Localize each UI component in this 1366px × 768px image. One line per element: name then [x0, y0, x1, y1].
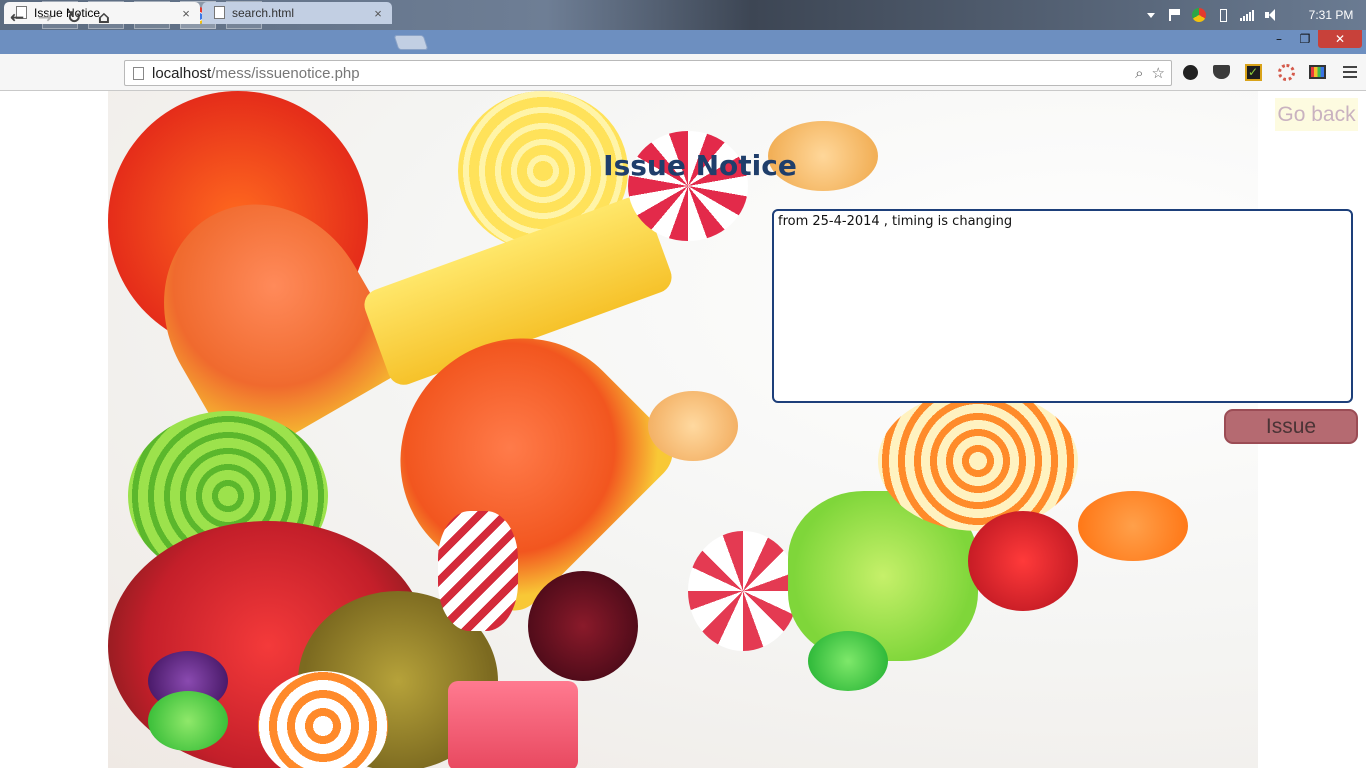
issue-button[interactable]: Issue — [1224, 409, 1358, 444]
pocket-extension-icon[interactable] — [1211, 62, 1231, 82]
candy-background-image — [108, 91, 1258, 768]
tab-search-html[interactable]: search.html × — [202, 2, 392, 24]
taskbar-clock[interactable]: 7:31 PM — [1296, 8, 1366, 22]
chrome-tray-icon[interactable] — [1192, 8, 1206, 22]
address-bar[interactable]: localhost/mess/issuenotice.php ⌕ ☆ — [124, 60, 1172, 86]
color-wheel-extension-icon[interactable] — [1276, 62, 1296, 82]
close-tab-icon[interactable]: × — [180, 6, 192, 21]
bookmark-star-icon[interactable]: ☆ — [1152, 64, 1165, 82]
page-icon — [214, 6, 225, 19]
page-viewport: Go back Issue Notice from 25-4-2014 , ti… — [0, 91, 1366, 768]
volume-icon[interactable] — [1264, 8, 1278, 22]
action-center-icon[interactable] — [1168, 8, 1182, 22]
chrome-menu-icon[interactable] — [1340, 62, 1360, 82]
reload-icon[interactable]: ↻ — [62, 6, 86, 30]
chevron-up-icon — [1147, 12, 1155, 18]
search-icon[interactable]: ⌕ — [1135, 64, 1143, 82]
battery-icon[interactable] — [1216, 8, 1230, 22]
close-tab-icon[interactable]: × — [372, 6, 384, 21]
notice-textarea[interactable]: from 25-4-2014 , timing is changing — [772, 209, 1353, 403]
github-extension-icon[interactable] — [1180, 62, 1200, 82]
show-hidden-icons-button[interactable] — [1144, 8, 1158, 22]
new-tab-button[interactable] — [393, 35, 429, 50]
url-path: /mess/issuenotice.php — [211, 64, 360, 82]
url-text: localhost/mess/issuenotice.php — [152, 65, 360, 82]
restore-button[interactable]: ❐ — [1292, 30, 1318, 48]
tv-extension-icon[interactable] — [1307, 62, 1327, 82]
browser-tab-strip — [0, 30, 1366, 54]
system-tray: 7:31 PM — [1144, 0, 1366, 30]
page-info-icon[interactable] — [133, 66, 144, 80]
back-arrow-icon[interactable]: ← — [5, 6, 29, 30]
tab-title: search.html — [232, 6, 295, 20]
go-back-link[interactable]: Go back — [1275, 98, 1358, 131]
network-signal-icon[interactable] — [1240, 8, 1254, 22]
page-title: Issue Notice — [603, 149, 797, 182]
forward-arrow-icon[interactable]: → — [33, 6, 57, 30]
minimize-button[interactable]: – — [1266, 30, 1292, 48]
close-window-button[interactable]: ✕ — [1318, 30, 1362, 48]
url-host: localhost — [152, 64, 212, 82]
home-icon[interactable]: ⌂ — [92, 6, 116, 30]
checker-extension-icon[interactable]: ✓ — [1243, 62, 1263, 82]
